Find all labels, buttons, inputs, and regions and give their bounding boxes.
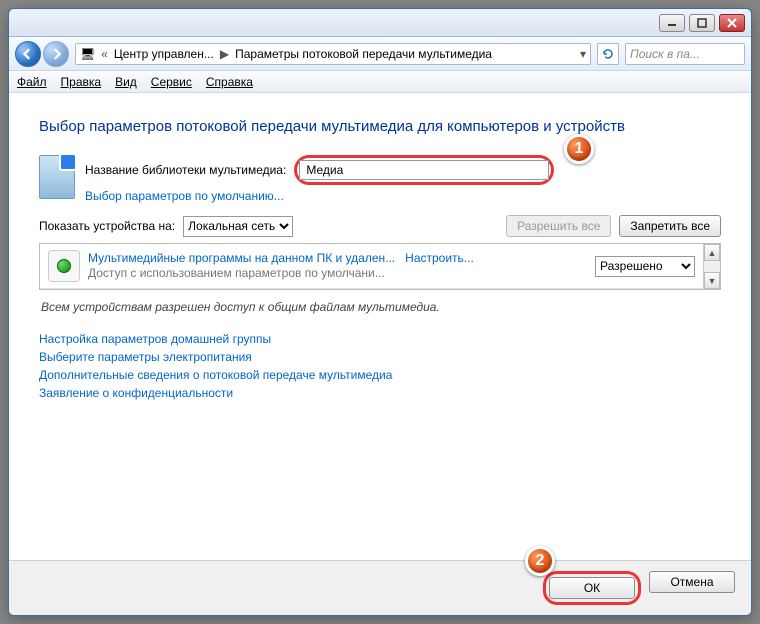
ok-button[interactable]: ОК — [549, 577, 635, 599]
menu-view[interactable]: Вид — [115, 75, 137, 89]
device-configure-link[interactable]: Настроить... — [405, 251, 474, 265]
refresh-button[interactable] — [597, 43, 619, 65]
content: Выбор параметров потоковой передачи муль… — [9, 93, 751, 560]
maximize-button[interactable] — [689, 14, 715, 32]
menubar: Файл Правка Вид Сервис Справка — [9, 71, 751, 93]
addressbar: 🖥 « Центр управлен... ▶ Параметры потоко… — [9, 37, 751, 71]
device-list: Мультимедийные программы на данном ПК и … — [39, 243, 721, 290]
device-subtext: Доступ с использованием параметров по ум… — [88, 266, 474, 281]
allow-all-button[interactable]: Разрешить все — [506, 215, 611, 237]
block-all-button[interactable]: Запретить все — [619, 215, 721, 237]
callout-highlight-2: ОК — [543, 571, 641, 605]
device-name[interactable]: Мультимедийные программы на данном ПК и … — [88, 251, 395, 265]
close-button[interactable] — [719, 14, 745, 32]
moreinfo-link[interactable]: Дополнительные сведения о потоковой пере… — [39, 368, 721, 382]
breadcrumb-item[interactable]: Параметры потоковой передачи мультимедиа — [235, 47, 492, 61]
power-link[interactable]: Выберите параметры электропитания — [39, 350, 721, 364]
titlebar — [9, 9, 751, 37]
window-frame: 🖥 « Центр управлен... ▶ Параметры потоко… — [8, 8, 752, 616]
callout-badge-1: 1 — [564, 134, 594, 164]
page-heading: Выбор параметров потоковой передачи муль… — [39, 117, 721, 137]
menu-edit[interactable]: Правка — [61, 75, 102, 89]
library-icon — [39, 155, 75, 199]
callout-highlight-1 — [294, 155, 554, 185]
device-row[interactable]: Мультимедийные программы на данном ПК и … — [40, 244, 703, 289]
homegroup-link[interactable]: Настройка параметров домашней группы — [39, 332, 721, 346]
scrollbar[interactable]: ▲ ▼ — [703, 244, 720, 289]
show-devices-select[interactable]: Локальная сеть — [183, 216, 293, 237]
menu-help[interactable]: Справка — [206, 75, 253, 89]
status-text: Всем устройствам разрешен доступ к общим… — [41, 300, 719, 314]
device-icon — [48, 250, 80, 282]
scroll-down-icon[interactable]: ▼ — [704, 272, 720, 289]
search-input[interactable]: Поиск в па... — [625, 43, 745, 65]
menu-tools[interactable]: Сервис — [151, 75, 192, 89]
device-permission-select[interactable]: Разрешено — [595, 256, 695, 277]
breadcrumb[interactable]: 🖥 « Центр управлен... ▶ Параметры потоко… — [75, 43, 591, 65]
dropdown-icon[interactable]: ▾ — [580, 47, 586, 61]
show-devices-label: Показать устройства на: — [39, 219, 175, 233]
cancel-button[interactable]: Отмена — [649, 571, 735, 593]
back-button[interactable] — [15, 41, 41, 67]
chevron-right-icon: ▶ — [220, 47, 229, 61]
footer: ОК Отмена — [9, 560, 751, 615]
scroll-up-icon[interactable]: ▲ — [704, 244, 720, 261]
privacy-link[interactable]: Заявление о конфиденциальности — [39, 386, 721, 400]
search-placeholder: Поиск в па... — [630, 47, 700, 61]
menu-file[interactable]: Файл — [17, 75, 47, 89]
breadcrumb-item[interactable]: Центр управлен... — [114, 47, 214, 61]
breadcrumb-prefix: « — [101, 47, 108, 61]
control-panel-icon: 🖥 — [80, 47, 95, 61]
forward-button[interactable] — [43, 41, 69, 67]
minimize-button[interactable] — [659, 14, 685, 32]
defaults-link[interactable]: Выбор параметров по умолчанию... — [85, 189, 721, 203]
library-label: Название библиотеки мультимедиа: — [85, 163, 286, 177]
library-name-input[interactable] — [299, 160, 549, 180]
callout-badge-2: 2 — [525, 546, 555, 576]
